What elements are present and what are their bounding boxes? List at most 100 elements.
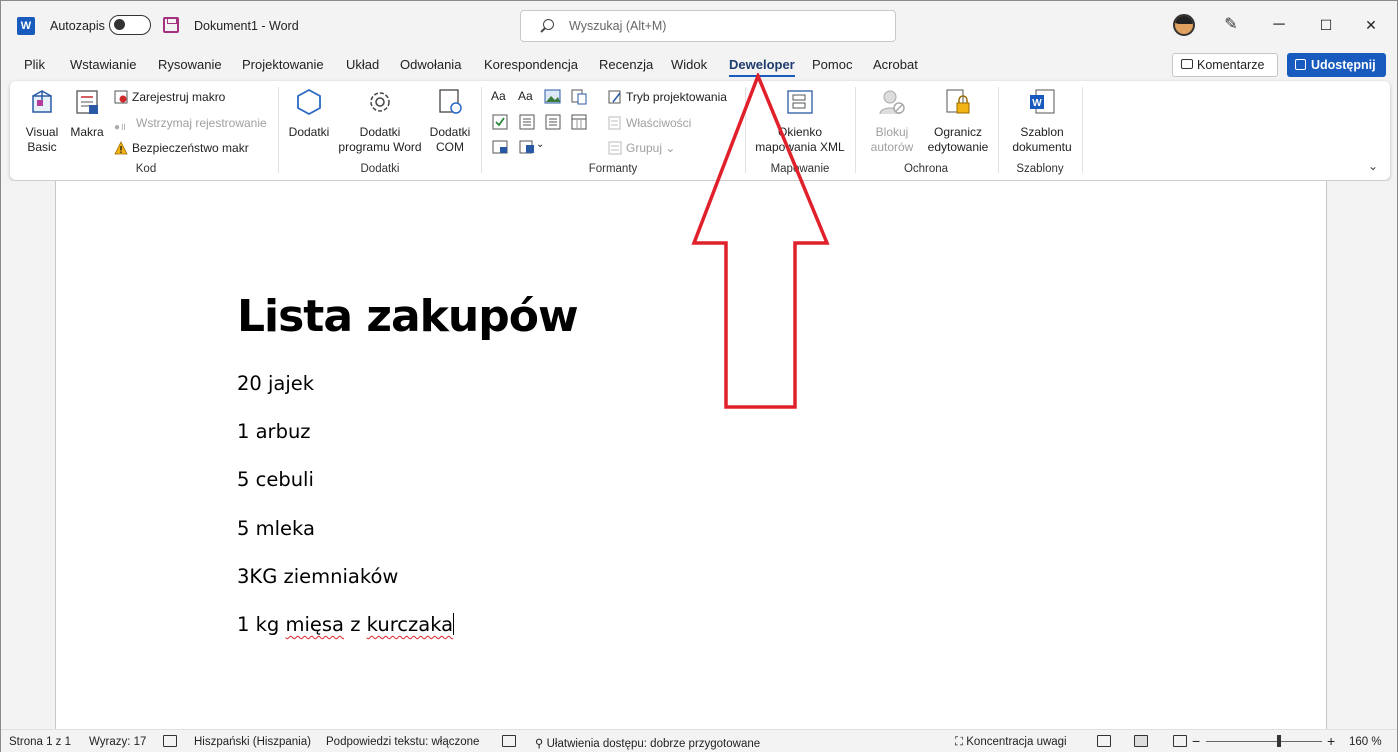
autosave-toggle[interactable] bbox=[109, 15, 151, 35]
document-heading: Lista zakupów bbox=[237, 291, 579, 342]
date-picker-icon[interactable] bbox=[570, 114, 588, 130]
tab-recenzja[interactable]: Recenzja bbox=[599, 57, 653, 72]
visual-basic-button[interactable]: Visual Basic bbox=[20, 87, 64, 155]
dropdown-list-icon[interactable] bbox=[544, 114, 562, 130]
print-layout-icon[interactable] bbox=[1134, 735, 1148, 747]
ribbon-collapse-chevron-icon[interactable]: ⌄ bbox=[1368, 159, 1378, 173]
word-count[interactable]: Wyrazy: 17 bbox=[89, 736, 146, 748]
record-macro-button[interactable]: Zarejestruj makro bbox=[114, 90, 225, 104]
building-block-icon[interactable] bbox=[570, 89, 588, 105]
tab-widok[interactable]: Widok bbox=[671, 57, 707, 72]
accessibility-status[interactable]: ⚲ Ułatwienia dostępu: dobrze przygotowan… bbox=[535, 736, 760, 750]
tab-korespondencja[interactable]: Korespondencja bbox=[484, 57, 578, 72]
template-label-2: dokumentu bbox=[1012, 140, 1072, 154]
tab-uklad[interactable]: Układ bbox=[346, 57, 379, 72]
list-item: 20 jajek bbox=[237, 372, 315, 395]
tab-rysowanie[interactable]: Rysowanie bbox=[158, 57, 222, 72]
list-item-text: 1 kg bbox=[237, 613, 286, 636]
group-separator bbox=[1082, 87, 1083, 173]
zoom-in-button[interactable]: + bbox=[1327, 733, 1335, 749]
zoom-slider-track[interactable] bbox=[1206, 741, 1322, 742]
svg-text:W: W bbox=[1032, 98, 1042, 109]
proofing-icon[interactable] bbox=[163, 735, 177, 747]
text-predictions[interactable]: Podpowiedzi tekstu: włączone bbox=[326, 736, 479, 748]
macro-security-button[interactable]: Bezpieczeństwo makr bbox=[114, 141, 249, 155]
group-separator bbox=[998, 87, 999, 173]
chevron-down-icon[interactable]: ⌄ bbox=[536, 139, 544, 150]
pen-icon[interactable]: ✎ bbox=[1221, 15, 1241, 35]
restrict-editing-button[interactable]: Ogranicz edytowanie bbox=[923, 87, 993, 155]
comments-button[interactable]: Komentarze bbox=[1172, 53, 1278, 77]
visual-basic-label-1: Visual bbox=[25, 125, 59, 139]
tab-acrobat[interactable]: Acrobat bbox=[873, 57, 918, 72]
zoom-slider-handle[interactable] bbox=[1277, 735, 1281, 747]
group-label-szablony: Szablony bbox=[1016, 163, 1064, 175]
save-icon[interactable] bbox=[163, 17, 179, 33]
accessibility-label: Ułatwienia dostępu: dobrze przygotowane bbox=[546, 738, 761, 750]
tab-wstawianie[interactable]: Wstawianie bbox=[70, 57, 136, 72]
com-addins-button[interactable]: Dodatki COM bbox=[426, 87, 474, 155]
group-label-dodatki: Dodatki bbox=[360, 163, 400, 175]
combo-box-icon[interactable] bbox=[518, 114, 536, 130]
page-count[interactable]: Strona 1 z 1 bbox=[9, 736, 71, 748]
checkbox-control-icon[interactable] bbox=[491, 114, 509, 130]
macros-button[interactable]: Makra bbox=[66, 87, 108, 140]
group-separator bbox=[278, 87, 279, 173]
group-button: Grupuj ⌄ bbox=[608, 141, 675, 155]
search-input[interactable]: Wyszukaj (Alt+M) bbox=[520, 10, 896, 42]
group-separator bbox=[481, 87, 482, 173]
toggle-knob bbox=[114, 19, 125, 30]
word-addins-button[interactable]: Dodatki programu Word bbox=[334, 87, 426, 155]
document-template-button[interactable]: W Szablon dokumentu bbox=[1004, 87, 1080, 155]
block-authors-label-1: Blokuj bbox=[875, 125, 909, 139]
tab-plik[interactable]: Plik bbox=[24, 57, 45, 72]
share-label: Udostępnij bbox=[1311, 58, 1376, 72]
rich-text-control-icon[interactable]: Aa bbox=[491, 89, 509, 105]
word-addins-label-2: programu Word bbox=[338, 140, 422, 154]
pause-icon: ●॥ bbox=[114, 122, 127, 133]
com-addins-label-2: COM bbox=[436, 140, 464, 154]
visual-basic-icon bbox=[32, 90, 52, 113]
list-item: 3KG ziemniaków bbox=[237, 565, 399, 588]
group-label-ochrona: Ochrona bbox=[903, 163, 949, 175]
misspelled-word: kurczaka bbox=[366, 613, 454, 636]
warning-icon bbox=[114, 141, 128, 155]
comments-label: Komentarze bbox=[1197, 58, 1265, 72]
tab-pomoc[interactable]: Pomoc bbox=[812, 57, 852, 72]
word-template-icon: W bbox=[1030, 89, 1055, 114]
focus-mode-button[interactable]: ⛶ Koncentracja uwagi bbox=[955, 736, 1067, 749]
block-authors-label-2: autorów bbox=[870, 140, 914, 154]
restrict-editing-label-2: edytowanie bbox=[927, 140, 989, 154]
web-layout-icon[interactable] bbox=[1173, 735, 1187, 747]
chevron-down-icon: ⌄ bbox=[662, 141, 676, 155]
autosave-label: Autozapis bbox=[50, 19, 105, 33]
legacy-tools-icon[interactable] bbox=[491, 139, 509, 155]
group-separator bbox=[855, 87, 856, 173]
user-avatar[interactable] bbox=[1173, 14, 1195, 36]
focus-icon: ⛶ bbox=[955, 736, 967, 748]
share-button[interactable]: Udostępnij bbox=[1287, 53, 1386, 77]
minimize-button[interactable]: ─ bbox=[1265, 11, 1293, 39]
repeating-section-icon[interactable] bbox=[518, 139, 536, 155]
tab-deweloper[interactable]: Deweloper bbox=[729, 57, 795, 77]
group-label-formanty: Formanty bbox=[588, 163, 638, 175]
search-placeholder: Wyszukaj (Alt+M) bbox=[569, 19, 667, 33]
tab-odwolania[interactable]: Odwołania bbox=[400, 57, 461, 72]
plain-text-control-icon[interactable]: Aa bbox=[518, 89, 536, 105]
addins-button[interactable]: Dodatki bbox=[286, 87, 332, 140]
record-macro-label: Zarejestruj makro bbox=[132, 90, 226, 104]
picture-control-icon[interactable] bbox=[544, 89, 562, 105]
zoom-level[interactable]: 160 % bbox=[1349, 736, 1382, 748]
read-mode-icon[interactable] bbox=[1097, 735, 1111, 747]
search-icon bbox=[543, 19, 554, 30]
tab-projektowanie[interactable]: Projektowanie bbox=[242, 57, 324, 72]
zoom-out-button[interactable]: − bbox=[1192, 733, 1200, 749]
language[interactable]: Hiszpański (Hiszpania) bbox=[194, 736, 311, 748]
block-authors-icon bbox=[879, 90, 905, 115]
list-item: 1 kg mięsa z kurczaka bbox=[237, 613, 455, 636]
list-item: 5 cebuli bbox=[237, 468, 314, 491]
track-changes-icon[interactable] bbox=[502, 735, 516, 747]
close-button[interactable]: ✕ bbox=[1357, 11, 1385, 39]
addins-hexagon-icon bbox=[297, 88, 321, 116]
maximize-button[interactable]: ☐ bbox=[1312, 11, 1340, 39]
